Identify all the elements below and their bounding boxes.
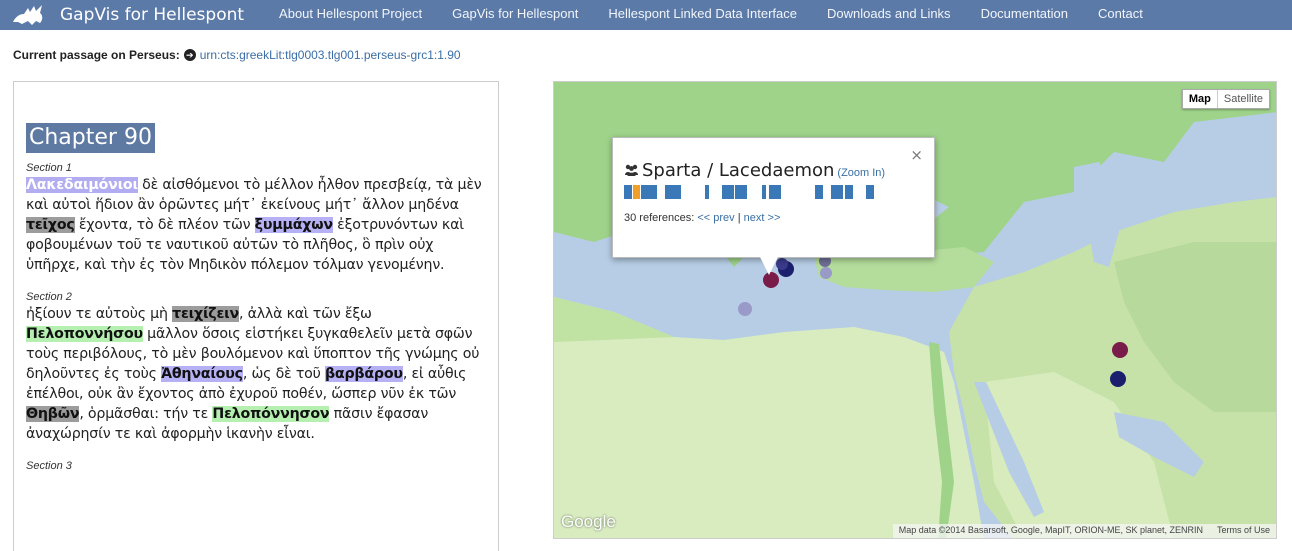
brand[interactable]: GapVis for Hellespont bbox=[0, 0, 244, 30]
popup-tail bbox=[760, 257, 778, 275]
section-label: Section 1 bbox=[26, 162, 72, 174]
next-link[interactable]: next >> bbox=[744, 212, 781, 224]
passage-label: Current passage on Perseus: bbox=[13, 48, 180, 62]
section-label: Section 3 bbox=[26, 460, 72, 472]
map-attribution: Map data ©2014 Basarsoft, Google, MapIT,… bbox=[892, 524, 1276, 538]
nav-gapvis[interactable]: GapVis for Hellespont bbox=[437, 0, 593, 30]
nav-downloads[interactable]: Downloads and Links bbox=[812, 0, 966, 30]
prev-link[interactable]: << prev bbox=[697, 212, 734, 224]
map-marker[interactable] bbox=[1110, 371, 1126, 387]
users-icon bbox=[625, 164, 638, 176]
references-summary: 30 references: << prev | next >> bbox=[624, 212, 780, 224]
google-logo: Google bbox=[561, 512, 616, 531]
pegasus-logo-icon bbox=[13, 5, 43, 25]
chapter-title: Chapter 90 bbox=[26, 123, 155, 153]
group-token[interactable]: βαρβάρου bbox=[324, 366, 403, 382]
group-token[interactable]: ξυμμάχων bbox=[254, 217, 333, 233]
text-panel: Chapter 90 Section 1 Λακεδαιμόνιοι δὲ αἰ… bbox=[13, 81, 499, 551]
map-view[interactable]: Map Satellite × Sparta / Lacedaemon (Zoo… bbox=[553, 81, 1277, 539]
place-info-popup: × Sparta / Lacedaemon (Zoom In) 30 refer… bbox=[612, 137, 935, 258]
text-run: ἠξίουν τε αὐτοὺς μὴ bbox=[26, 306, 173, 322]
section-text: Λακεδαιμόνιοι δὲ αἰσθόμενοι τὸ μέλλον ἦλ… bbox=[26, 175, 486, 275]
nav-about[interactable]: About Hellespont Project bbox=[264, 0, 437, 30]
map-marker[interactable] bbox=[1112, 342, 1128, 358]
map-type-control: Map Satellite bbox=[1181, 89, 1270, 109]
arrow-circle-icon: ➔ bbox=[183, 49, 196, 61]
brand-title: GapVis for Hellespont bbox=[60, 5, 245, 25]
text-run: , ὁρμᾶσθαι: τήν τε bbox=[79, 406, 213, 422]
zoom-in-link[interactable]: (Zoom In) bbox=[837, 167, 885, 179]
nav-linked-data[interactable]: Hellespont Linked Data Interface bbox=[593, 0, 812, 30]
place-token[interactable]: Πελοποννήσου bbox=[26, 326, 143, 342]
current-passage: Current passage on Perseus: ➔ urn:cts:gr… bbox=[13, 48, 461, 62]
nav-documentation[interactable]: Documentation bbox=[966, 0, 1083, 30]
place-token[interactable]: Θηβῶν bbox=[26, 406, 80, 422]
references-count: 30 references: bbox=[624, 212, 698, 224]
text-run: , ἀλλὰ καὶ τῶν ἔξω bbox=[238, 306, 372, 322]
place-token[interactable]: Λακεδαιμόνιοι bbox=[26, 177, 138, 193]
nav-contact[interactable]: Contact bbox=[1083, 0, 1158, 30]
map-marker[interactable] bbox=[738, 302, 752, 316]
thing-token[interactable]: τεῖχος bbox=[26, 217, 75, 233]
section-text: ἠξίουν τε αὐτοὺς μὴ τειχίζειν, ἀλλὰ καὶ … bbox=[26, 304, 486, 444]
place-name: Sparta / Lacedaemon bbox=[642, 160, 835, 181]
attribution-text: Map data ©2014 Basarsoft, Google, MapIT,… bbox=[898, 525, 1203, 535]
passage-urn-link[interactable]: urn:cts:greekLit:tlg0003.tlg001.perseus-… bbox=[200, 48, 461, 62]
map-marker[interactable] bbox=[820, 267, 832, 279]
place-token[interactable]: Πελοπόννησον bbox=[212, 406, 330, 422]
separator: | bbox=[734, 212, 744, 224]
top-navbar: GapVis for Hellespont About Hellespont P… bbox=[0, 0, 1292, 30]
text-run: , ὡς δὲ τοῦ bbox=[242, 366, 325, 382]
map-type-satellite-button[interactable]: Satellite bbox=[1216, 90, 1269, 108]
map-type-map-button[interactable]: Map bbox=[1183, 90, 1217, 108]
thing-token[interactable]: τειχίζειν bbox=[172, 306, 239, 322]
section-label: Section 2 bbox=[26, 291, 72, 303]
text-run: ἔχοντα, τὸ δὲ πλέον τῶν bbox=[74, 217, 255, 233]
close-icon[interactable]: × bbox=[910, 146, 923, 164]
terms-of-use-link[interactable]: Terms of Use bbox=[1217, 525, 1270, 537]
group-token[interactable]: Ἀθηναίους bbox=[161, 366, 243, 382]
reference-timeline[interactable] bbox=[624, 185, 874, 199]
